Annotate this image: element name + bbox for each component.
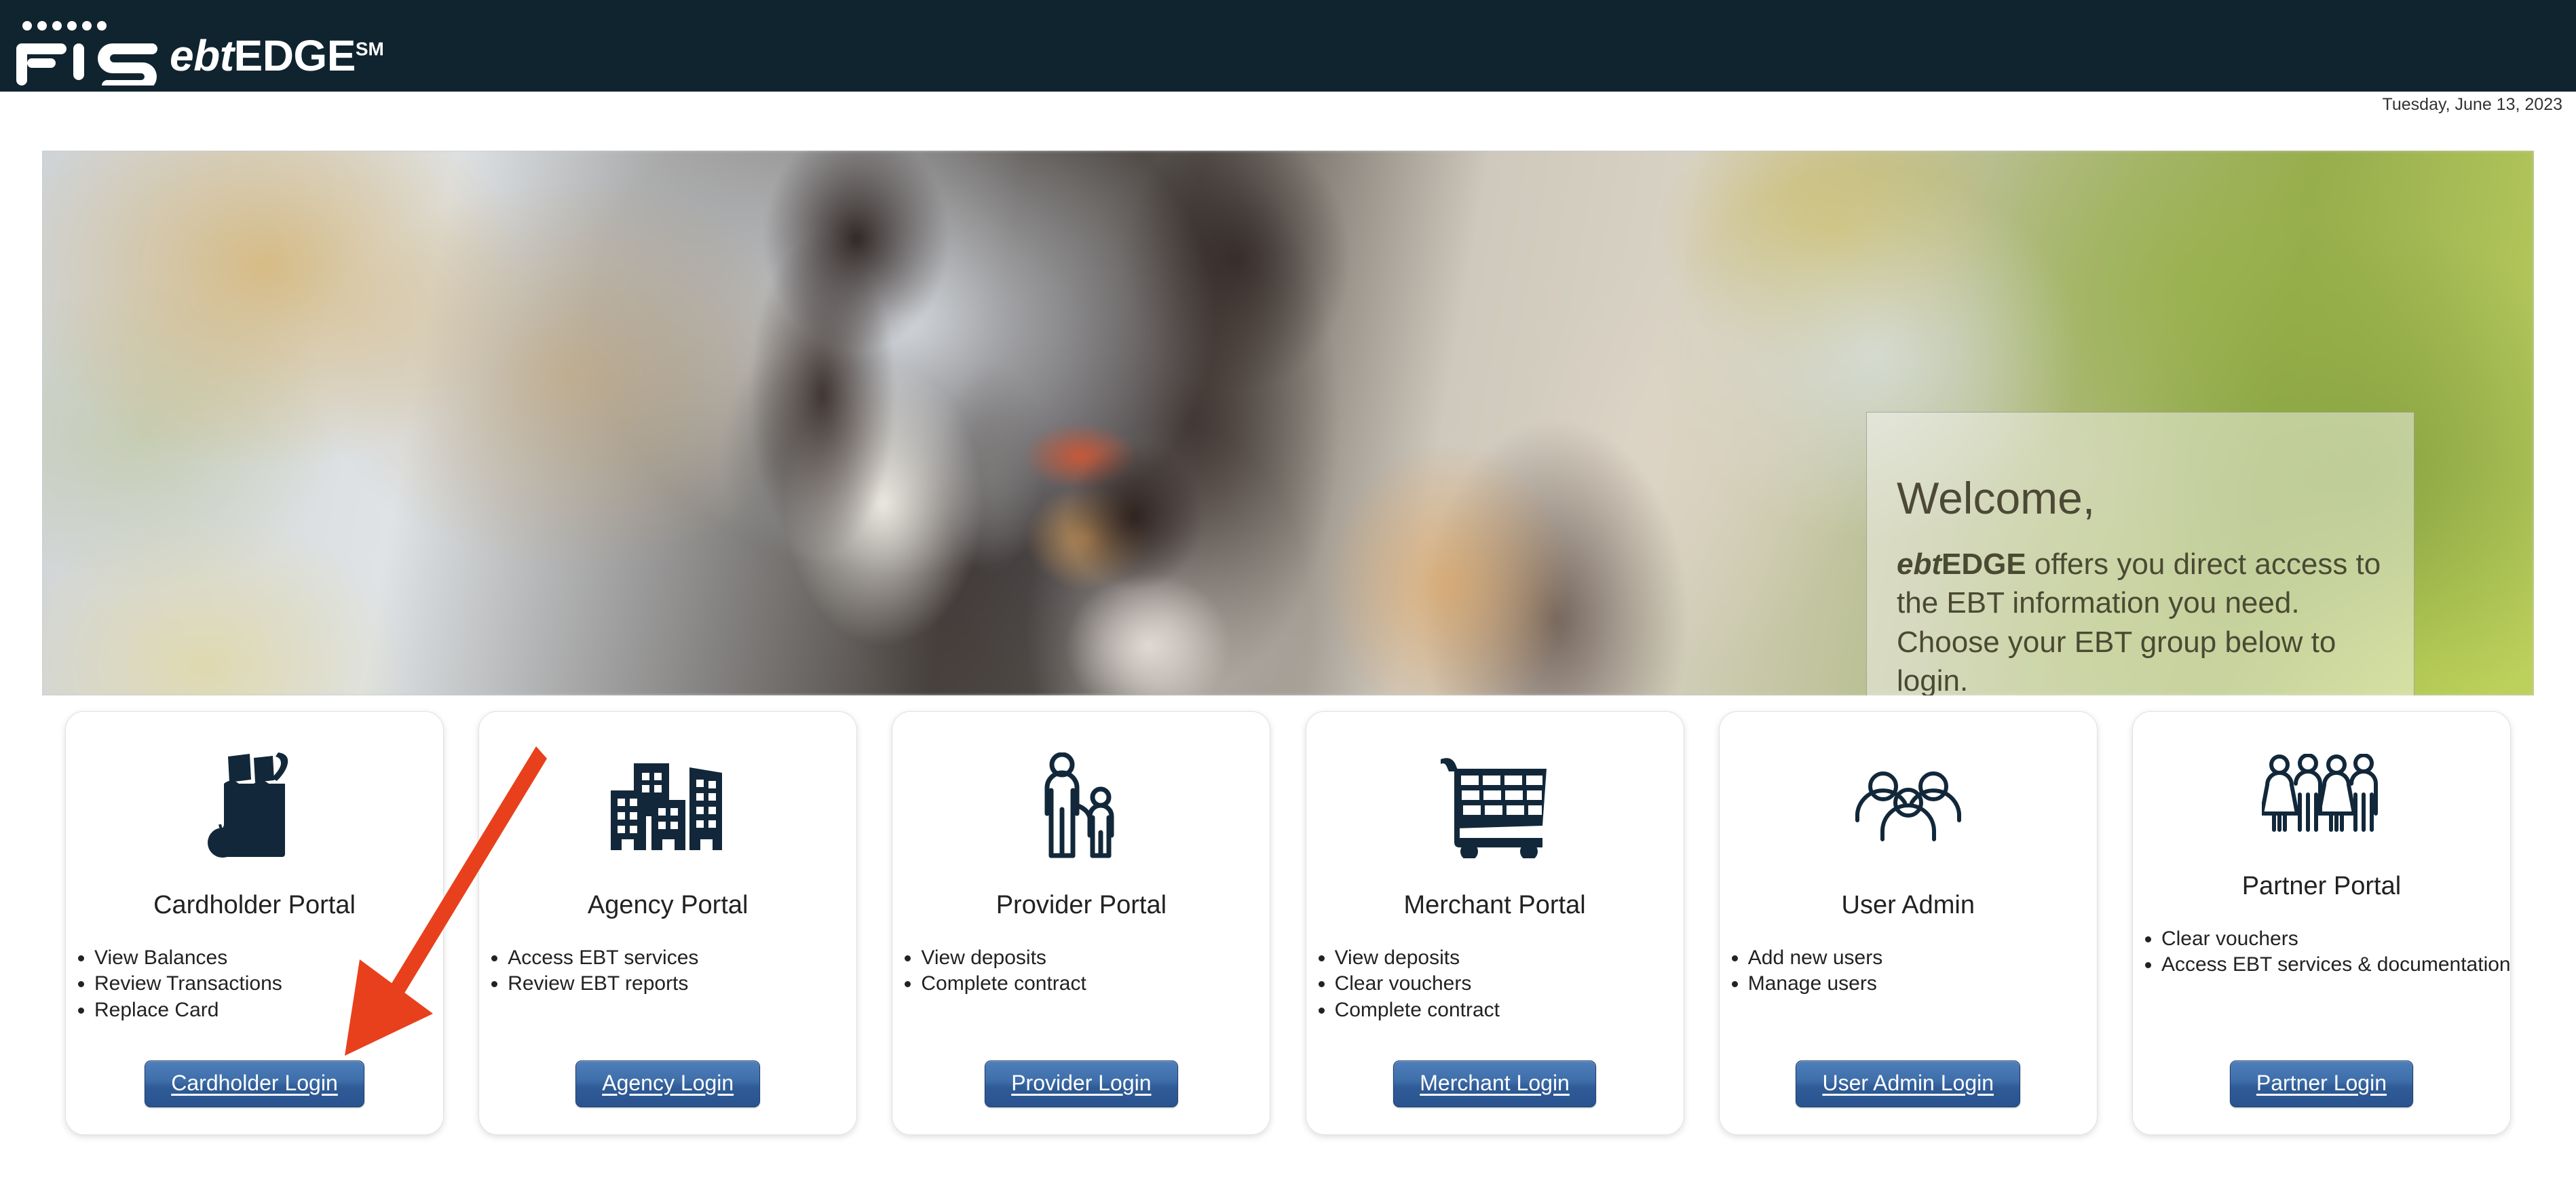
brand-trademark: SM (355, 38, 384, 60)
brand-suffix: EDGE (233, 31, 356, 80)
hero-banner: Welcome, ebtEDGE offers you direct acces… (42, 151, 2534, 695)
welcome-body: ebtEDGE offers you direct access to the … (1897, 545, 2384, 695)
portal-cards-row: Cardholder Portal View Balances Review T… (0, 711, 2576, 1135)
brand-wordmark: ebtEDGESM (170, 34, 384, 77)
user-admin-login-button[interactable]: User Admin Login (1796, 1060, 2021, 1107)
welcome-brand-suffix: EDGE (1942, 548, 2026, 581)
cardholder-login-button[interactable]: Cardholder Login (145, 1060, 364, 1107)
list-item: Clear vouchers (2161, 927, 2511, 951)
card-button-area: Agency Login (479, 1060, 856, 1107)
card-feature-list: View deposits Clear vouchers Complete co… (1306, 946, 1500, 1024)
list-item: View deposits (1335, 946, 1500, 970)
card-title: Agency Portal (587, 891, 749, 919)
brand-logo[interactable]: ebtEDGESM (16, 4, 384, 85)
fis-logo-icon (16, 21, 157, 85)
card-button-area: Merchant Login (1306, 1060, 1684, 1107)
list-item: Review Transactions (94, 972, 282, 995)
card-feature-list: View deposits Complete contract (892, 946, 1086, 998)
portal-card-merchant[interactable]: Merchant Portal View deposits Clear vouc… (1305, 711, 1684, 1135)
welcome-brand: ebtEDGE (1897, 548, 2026, 581)
list-item: Complete contract (1335, 998, 1500, 1022)
portal-card-provider[interactable]: Provider Portal View deposits Complete c… (892, 711, 1271, 1135)
list-item: Access EBT services & documentation (2161, 953, 2511, 976)
list-item: Review EBT reports (508, 972, 698, 995)
card-feature-list: Add new users Manage users (1720, 946, 1882, 998)
list-item: Clear vouchers (1335, 972, 1500, 995)
card-title: Partner Portal (2241, 872, 2402, 900)
portal-card-user-admin[interactable]: User Admin Add new users Manage users Us… (1718, 711, 2098, 1135)
header-bar: ebtEDGESM (0, 0, 2576, 92)
welcome-panel: Welcome, ebtEDGE offers you direct acces… (1866, 412, 2414, 695)
card-title: Provider Portal (996, 891, 1167, 919)
card-title: Merchant Portal (1403, 891, 1586, 919)
brand-prefix: ebt (170, 31, 234, 80)
merchant-login-button[interactable]: Merchant Login (1393, 1060, 1596, 1107)
provider-login-button[interactable]: Provider Login (985, 1060, 1178, 1107)
card-title: Cardholder Portal (153, 891, 356, 919)
portal-card-partner[interactable]: Partner Portal Clear vouchers Access EBT… (2132, 711, 2511, 1135)
card-feature-list: Access EBT services Review EBT reports (479, 946, 698, 998)
list-item: Add new users (1748, 946, 1882, 970)
agency-login-button[interactable]: Agency Login (575, 1060, 761, 1107)
card-button-area: Provider Login (892, 1060, 1270, 1107)
office-buildings-icon (609, 739, 726, 875)
list-item: View Balances (94, 946, 282, 970)
list-item: Manage users (1748, 972, 1882, 995)
card-button-area: Partner Login (2133, 1060, 2510, 1107)
four-people-icon (2261, 733, 2381, 856)
card-feature-list: Clear vouchers Access EBT services & doc… (2133, 927, 2511, 979)
portal-card-agency[interactable]: Agency Portal Access EBT services Review… (478, 711, 858, 1135)
list-item: Replace Card (94, 998, 282, 1022)
card-title: User Admin (1841, 891, 1975, 919)
card-button-area: Cardholder Login (66, 1060, 443, 1107)
people-group-icon (1846, 739, 1970, 875)
grocery-bag-icon (204, 739, 305, 875)
current-date: Tuesday, June 13, 2023 (2382, 95, 2562, 114)
hero-child-figure (1012, 442, 1284, 695)
welcome-brand-prefix: ebt (1897, 548, 1942, 581)
list-item: Access EBT services (508, 946, 698, 970)
card-button-area: User Admin Login (1720, 1060, 2097, 1107)
portal-card-cardholder[interactable]: Cardholder Portal View Balances Review T… (65, 711, 444, 1135)
partner-login-button[interactable]: Partner Login (2229, 1060, 2413, 1107)
welcome-title: Welcome, (1897, 473, 2096, 523)
shopping-cart-icon (1439, 739, 1551, 875)
list-item: Complete contract (921, 972, 1086, 995)
list-item: View deposits (921, 946, 1086, 970)
adult-and-child-icon (1036, 739, 1126, 875)
card-feature-list: View Balances Review Transactions Replac… (66, 946, 282, 1024)
